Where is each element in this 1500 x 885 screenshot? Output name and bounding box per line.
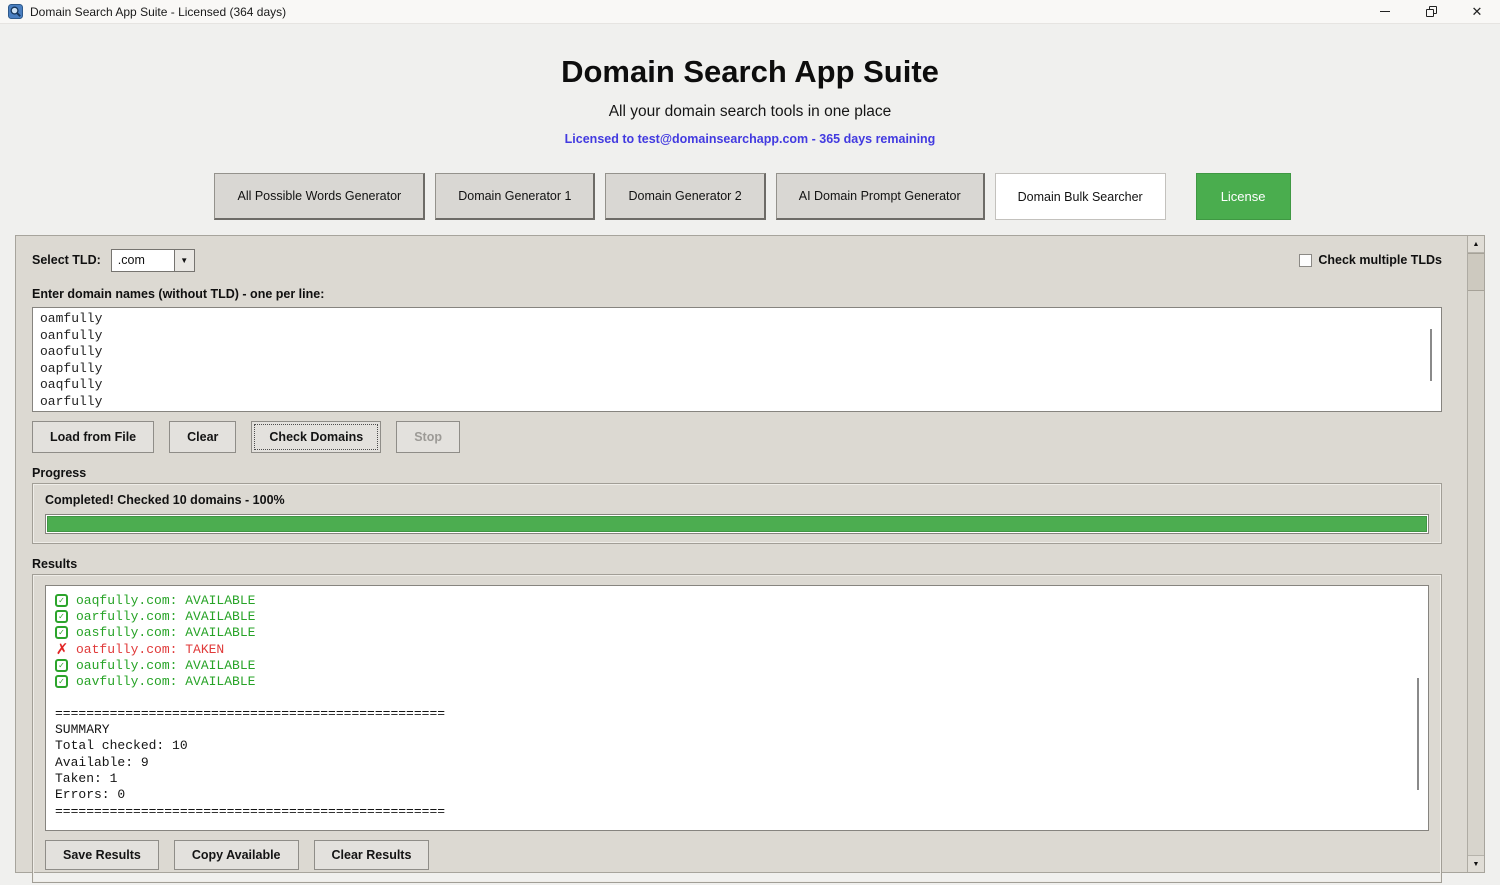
tld-select[interactable]: .com ▼ <box>110 248 195 272</box>
minimize-button[interactable] <box>1362 0 1408 23</box>
progress-status-text: Completed! Checked 10 domains - 100% <box>45 493 285 507</box>
progress-group: Progress Completed! Checked 10 domains -… <box>32 466 1442 544</box>
result-text: oarfully.com: AVAILABLE <box>76 608 256 624</box>
window-titlebar: Domain Search App Suite - Licensed (364 … <box>0 0 1500 24</box>
panel-scrollbar[interactable]: ▲ ▼ <box>1467 236 1484 872</box>
app-header: Domain Search App Suite All your domain … <box>0 24 1500 146</box>
stop-button[interactable]: Stop <box>396 421 460 453</box>
check-icon: ✓ <box>55 675 68 689</box>
result-row: ✗ oatfully.com: TAKEN <box>55 641 1419 657</box>
x-icon: ✗ <box>55 639 69 658</box>
license-button[interactable]: License <box>1195 173 1291 220</box>
results-group-label: Results <box>32 557 78 571</box>
scroll-up-icon[interactable]: ▲ <box>1468 236 1484 253</box>
result-text: oavfully.com: AVAILABLE <box>76 674 256 690</box>
result-text: oaqfully.com: AVAILABLE <box>76 592 256 608</box>
check-icon: ✓ <box>55 609 68 623</box>
progress-bar-fill <box>47 516 1427 532</box>
tab-domain-generator-2[interactable]: Domain Generator 2 <box>605 173 766 220</box>
copy-available-button[interactable]: Copy Available <box>173 840 299 870</box>
tld-selected-value: .com <box>117 253 145 267</box>
result-text: oasfully.com: AVAILABLE <box>76 625 256 641</box>
app-icon <box>8 4 23 19</box>
clear-button[interactable]: Clear <box>169 421 237 453</box>
result-row: ✓ oaqfully.com: AVAILABLE <box>55 592 1419 608</box>
bulk-searcher-panel: Select TLD: .com ▼ Check multiple TLDs E… <box>15 235 1485 883</box>
progress-bar <box>45 514 1429 534</box>
chevron-down-icon[interactable]: ▼ <box>173 249 194 271</box>
tld-label: Select TLD: <box>32 253 101 267</box>
restore-icon <box>1425 6 1437 17</box>
save-results-button[interactable]: Save Results <box>45 840 159 870</box>
result-row: ✓ oasfully.com: AVAILABLE <box>55 625 1419 641</box>
tab-ai-domain-prompt-generator[interactable]: AI Domain Prompt Generator <box>775 173 985 220</box>
result-text: oatfully.com: TAKEN <box>76 641 225 657</box>
summary-line: Total checked: 10 <box>55 738 188 754</box>
tab-domain-generator-1[interactable]: Domain Generator 1 <box>435 173 596 220</box>
result-row: ✓ oarfully.com: AVAILABLE <box>55 608 1419 624</box>
multi-tld-label: Check multiple TLDs <box>1318 253 1442 267</box>
summary-line: Available: 9 <box>55 754 149 770</box>
page-subtitle: All your domain search tools in one plac… <box>608 103 892 120</box>
results-summary: ========================================… <box>55 706 1419 820</box>
results-list: ✓ oaqfully.com: AVAILABLE ✓ oarfully.com: A… <box>55 592 1419 690</box>
results-view: ✓ oaqfully.com: AVAILABLE ✓ oarfully.com: A… <box>45 585 1429 831</box>
domains-input-label: Enter domain names (without TLD) - one p… <box>32 287 325 301</box>
window-title: Domain Search App Suite - Licensed (364 … <box>30 4 287 19</box>
close-button[interactable]: ✕ <box>1454 0 1500 23</box>
license-status-text: Licensed to test@domainsearchapp.com - 3… <box>564 132 936 146</box>
check-icon: ✓ <box>55 658 68 672</box>
check-domains-button[interactable]: Check Domains <box>251 421 382 453</box>
progress-group-label: Progress <box>32 466 87 480</box>
restore-button[interactable] <box>1408 0 1454 23</box>
load-from-file-button[interactable]: Load from File <box>32 421 155 453</box>
check-icon: ✓ <box>55 626 68 640</box>
summary-line: Taken: 1 <box>55 770 118 786</box>
panel-scrollbar-thumb[interactable] <box>1468 253 1484 291</box>
page-title: Domain Search App Suite <box>561 54 939 89</box>
result-row: ✓ oavfully.com: AVAILABLE <box>55 673 1419 689</box>
results-scrollbar[interactable] <box>1417 678 1419 790</box>
tab-bar: All Possible Words Generator Domain Gener… <box>0 173 1500 220</box>
summary-line: SUMMARY <box>55 722 110 738</box>
clear-results-button[interactable]: Clear Results <box>313 840 430 870</box>
result-text: oaufully.com: AVAILABLE <box>76 657 256 673</box>
domains-scrollbar[interactable] <box>1430 329 1432 381</box>
domains-textarea-wrap: oamfully oanfully oaofully oapfully oaqf… <box>32 307 1442 412</box>
close-icon: ✕ <box>1471 4 1483 19</box>
summary-line: ========================================… <box>55 803 446 819</box>
scroll-down-icon[interactable]: ▼ <box>1468 855 1484 872</box>
check-icon: ✓ <box>55 593 68 607</box>
minimize-icon <box>1380 11 1390 12</box>
result-row: ✓ oaufully.com: AVAILABLE <box>55 657 1419 673</box>
results-group: Results ✓ oaqfully.com: AVAILABLE ✓ oarfull… <box>32 557 1442 883</box>
summary-line: Errors: 0 <box>55 787 126 803</box>
summary-line: ========================================… <box>55 705 446 721</box>
domains-input[interactable]: oamfully oanfully oaofully oapfully oaqf… <box>33 308 1441 411</box>
multi-tld-checkbox[interactable] <box>1299 253 1313 267</box>
tab-all-possible-words-generator[interactable]: All Possible Words Generator <box>214 173 426 220</box>
tab-domain-bulk-searcher[interactable]: Domain Bulk Searcher <box>994 173 1166 220</box>
